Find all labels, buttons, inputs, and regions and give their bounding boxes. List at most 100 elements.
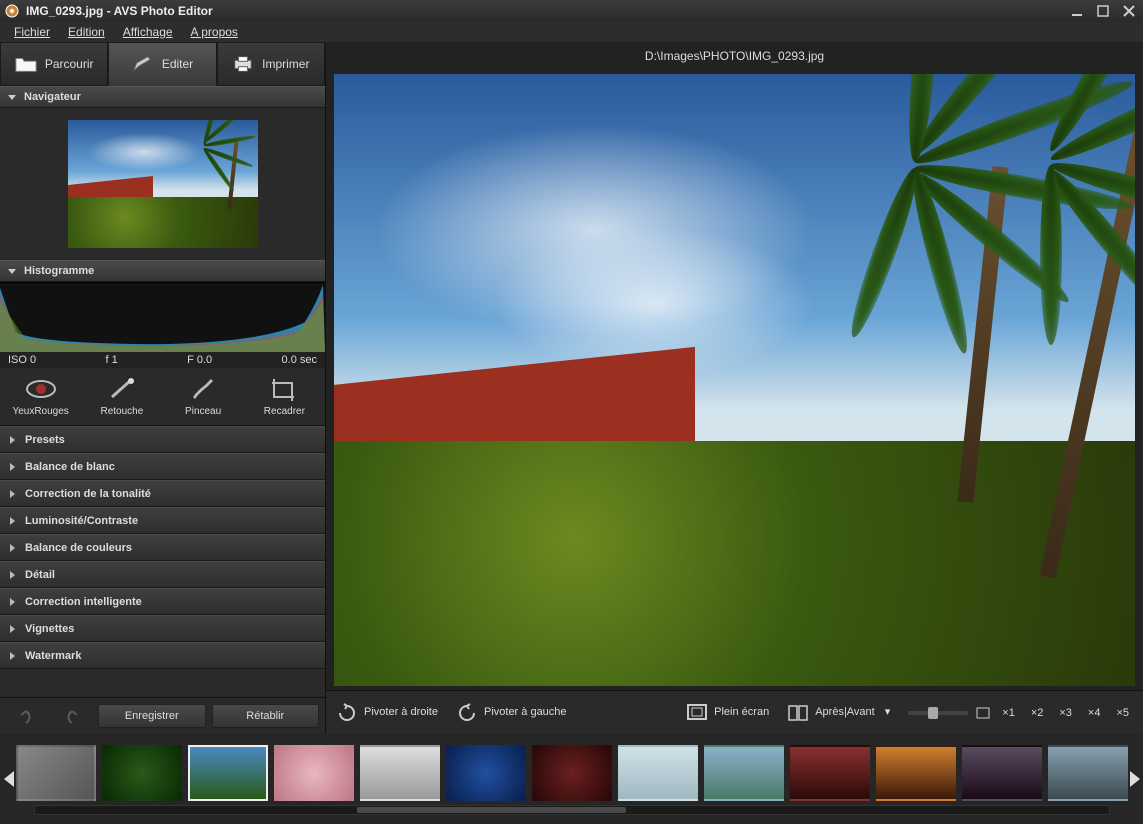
thumbnail-scrollbar[interactable]	[34, 805, 1110, 815]
strip-prev-button[interactable]	[4, 744, 14, 814]
undo-button[interactable]	[6, 704, 46, 728]
canvas-area: D:\Images\PHOTO\IMG_0293.jpg	[326, 42, 1143, 734]
chevron-right-icon	[10, 652, 15, 660]
browse-tab-label: Parcourir	[45, 57, 94, 71]
retouch-tool[interactable]: Retouche	[87, 376, 157, 417]
redeye-label: YeuxRouges	[12, 406, 68, 417]
thumbnail[interactable]	[704, 745, 784, 801]
thumbnail[interactable]	[1048, 745, 1128, 801]
thumbnail[interactable]	[188, 745, 268, 801]
minimize-button[interactable]	[1067, 3, 1087, 19]
panel-correction-intelligente[interactable]: Correction intelligente	[0, 588, 325, 615]
edit-tab[interactable]: Editer	[108, 42, 216, 86]
focal-value: f 1	[105, 354, 117, 366]
rotate-right-icon	[336, 703, 358, 723]
adjustment-panels: Presets Balance de blanc Correction de la …	[0, 426, 325, 697]
thumbnail[interactable]	[16, 745, 96, 801]
print-tab[interactable]: Imprimer	[217, 42, 325, 86]
thumbnail-strip	[0, 734, 1143, 824]
thumbnail[interactable]	[532, 745, 612, 801]
crop-label: Recadrer	[264, 406, 305, 417]
tool-row: YeuxRouges Retouche Pinceau Recadrer	[0, 368, 325, 426]
chevron-down-icon	[8, 95, 16, 100]
panel-luminosit-contraste[interactable]: Luminosité/Contraste	[0, 507, 325, 534]
sidebar: Parcourir Editer Imprimer Navigateur	[0, 42, 326, 734]
rotate-left-button[interactable]: Pivoter à gauche	[456, 703, 567, 723]
panel-balance-de-couleurs[interactable]: Balance de couleurs	[0, 534, 325, 561]
reset-button[interactable]: Rétablir	[212, 704, 320, 728]
thumbnail[interactable]	[618, 745, 698, 801]
panel-vignettes[interactable]: Vignettes	[0, 615, 325, 642]
thumbnail[interactable]	[446, 745, 526, 801]
chevron-left-icon	[4, 771, 14, 787]
chevron-right-icon	[10, 436, 15, 444]
panel-label: Vignettes	[25, 623, 74, 635]
menu-fichier[interactable]: Fichier	[6, 23, 58, 41]
zoom-x3[interactable]: ×3	[1055, 705, 1076, 721]
eye-icon	[25, 376, 57, 402]
histogram-header[interactable]: Histogramme	[0, 260, 325, 282]
panel-d-tail[interactable]: Détail	[0, 561, 325, 588]
thumbnail[interactable]	[876, 745, 956, 801]
image-canvas[interactable]	[334, 74, 1135, 686]
zoom-slider[interactable]	[908, 711, 968, 715]
aperture-value: F 0.0	[187, 354, 212, 366]
navigator-label: Navigateur	[24, 91, 81, 103]
menu-edition[interactable]: Edition	[60, 23, 113, 41]
fullscreen-button[interactable]: Plein écran	[686, 703, 769, 723]
panel-label: Correction de la tonalité	[25, 488, 151, 500]
close-button[interactable]	[1119, 3, 1139, 19]
window-title: IMG_0293.jpg - AVS Photo Editor	[26, 4, 1067, 18]
wand-icon	[106, 376, 138, 402]
thumbnail[interactable]	[102, 745, 182, 801]
thumbnail[interactable]	[790, 745, 870, 801]
zoom-x5[interactable]: ×5	[1112, 705, 1133, 721]
strip-next-button[interactable]	[1130, 744, 1140, 814]
save-button[interactable]: Enregistrer	[98, 704, 206, 728]
menu-affichage[interactable]: Affichage	[115, 23, 181, 41]
maximize-button[interactable]	[1093, 3, 1113, 19]
fit-icon[interactable]	[976, 707, 990, 719]
title-bar: IMG_0293.jpg - AVS Photo Editor	[0, 0, 1143, 22]
rotate-left-icon	[456, 703, 478, 723]
panel-label: Presets	[25, 434, 65, 446]
thumbnail[interactable]	[360, 745, 440, 801]
navigator-header[interactable]: Navigateur	[0, 86, 325, 108]
file-path: D:\Images\PHOTO\IMG_0293.jpg	[326, 42, 1143, 70]
panel-label: Balance de blanc	[25, 461, 115, 473]
fullscreen-icon	[686, 703, 708, 723]
canvas-toolbar: Pivoter à droite Pivoter à gauche Plein …	[326, 690, 1143, 734]
brush-icon	[187, 376, 219, 402]
panel-label: Détail	[25, 569, 55, 581]
zoom-x4[interactable]: ×4	[1084, 705, 1105, 721]
menu-apropos[interactable]: A propos	[183, 23, 246, 41]
before-after-button[interactable]: Après|Avant ▾	[787, 703, 890, 723]
chevron-right-icon	[10, 598, 15, 606]
zoom-controls: ×1 ×2 ×3 ×4 ×5	[908, 705, 1133, 721]
panel-watermark[interactable]: Watermark	[0, 642, 325, 669]
menu-bar: Fichier Edition Affichage A propos	[0, 22, 1143, 42]
panel-presets[interactable]: Presets	[0, 426, 325, 453]
rotate-right-button[interactable]: Pivoter à droite	[336, 703, 438, 723]
thumbnail[interactable]	[274, 745, 354, 801]
redo-button[interactable]	[52, 704, 92, 728]
crop-tool[interactable]: Recadrer	[249, 376, 319, 417]
chevron-right-icon	[1130, 771, 1140, 787]
redeye-tool[interactable]: YeuxRouges	[6, 376, 76, 417]
brush-tool[interactable]: Pinceau	[168, 376, 238, 417]
zoom-x2[interactable]: ×2	[1027, 705, 1048, 721]
iso-value: ISO 0	[8, 354, 36, 366]
zoom-x1[interactable]: ×1	[998, 705, 1019, 721]
thumbnail[interactable]	[962, 745, 1042, 801]
panel-label: Correction intelligente	[25, 596, 142, 608]
navigator-thumbnail[interactable]	[68, 120, 258, 248]
panel-balance-de-blanc[interactable]: Balance de blanc	[0, 453, 325, 480]
sidebar-bottom: Enregistrer Rétablir	[0, 697, 325, 734]
browse-tab[interactable]: Parcourir	[0, 42, 108, 86]
panel-correction-de-la-tonalit-[interactable]: Correction de la tonalité	[0, 480, 325, 507]
panel-label: Watermark	[25, 650, 81, 662]
print-tab-label: Imprimer	[262, 57, 309, 71]
chevron-right-icon	[10, 625, 15, 633]
navigator-preview[interactable]	[0, 108, 325, 260]
panel-label: Balance de couleurs	[25, 542, 132, 554]
